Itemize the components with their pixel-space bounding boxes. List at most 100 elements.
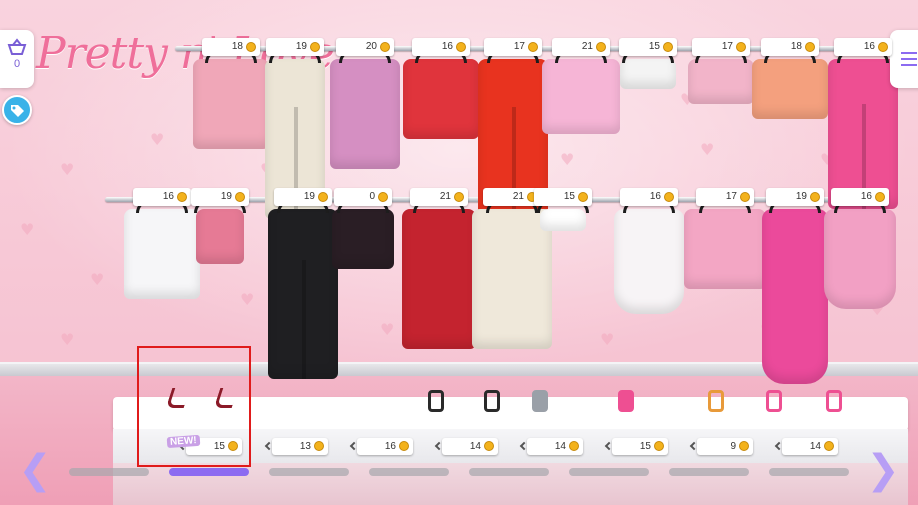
rack-middle-item-2[interactable]: 19: [191, 188, 249, 268]
black-sandals[interactable]: [480, 384, 506, 416]
price-tag: 21: [552, 38, 610, 56]
price-value: 16: [649, 191, 661, 202]
coin-icon: [578, 192, 588, 202]
coin-icon: [654, 441, 664, 451]
price-value: 15: [639, 441, 651, 452]
garment-top: [542, 59, 620, 134]
price-tag: 17: [692, 38, 750, 56]
heart-pattern: ♥: [20, 220, 35, 239]
accessory-shape: [766, 390, 782, 412]
price-value: 15: [648, 41, 660, 52]
basket-icon: [7, 38, 27, 55]
page-indicator-3[interactable]: [269, 468, 349, 476]
menu-button[interactable]: [890, 30, 918, 88]
rack-top-item-9[interactable]: 18: [752, 38, 828, 123]
rack-top-item-8[interactable]: 17: [688, 38, 754, 108]
coin-icon: [318, 192, 328, 202]
price-tag-icon: [11, 105, 24, 117]
accessory-shape: [708, 390, 724, 412]
coin-icon: [484, 441, 494, 451]
heart-pattern: ♥: [150, 130, 165, 149]
price-value: 19: [303, 191, 315, 202]
coin-icon: [664, 192, 674, 202]
price-tag: 21: [410, 188, 468, 206]
price-tag: 21: [483, 188, 541, 206]
rack-middle-item-4[interactable]: 0: [332, 188, 394, 273]
price-value: 13: [299, 441, 311, 452]
price-value: 9: [730, 441, 736, 452]
page-indicator-1[interactable]: [69, 468, 149, 476]
rack-middle-item-1[interactable]: 16: [124, 188, 200, 303]
price-tag: 15: [619, 38, 677, 56]
price-tag: 19: [266, 38, 324, 56]
price-tag: 16: [133, 188, 191, 206]
price-tag: 14: [519, 438, 583, 455]
coin-icon: [380, 42, 390, 52]
beaded-necklace[interactable]: [704, 384, 730, 416]
basket-count: 0: [13, 58, 21, 70]
price-tag: 19: [191, 188, 249, 206]
garment-top: [193, 59, 269, 149]
price-value: 21: [581, 41, 593, 52]
coin-icon: [875, 192, 885, 202]
page-indicator-7[interactable]: [669, 468, 749, 476]
rack-middle-item-5[interactable]: 21: [402, 188, 476, 353]
price-tag-button[interactable]: [2, 95, 32, 125]
coin-icon: [235, 192, 245, 202]
garment-top: [620, 59, 676, 89]
garment-coat: [332, 209, 394, 269]
page-indicator-6[interactable]: [569, 468, 649, 476]
arrow-left-icon[interactable]: ❮: [18, 448, 52, 492]
silver-boots[interactable]: [528, 384, 554, 416]
price-value: 18: [231, 41, 243, 52]
garment-coat: [330, 59, 400, 169]
coin-icon: [246, 42, 256, 52]
coin-icon: [805, 42, 815, 52]
pink-party-hat[interactable]: [614, 384, 640, 416]
accessory-shape: [532, 390, 548, 412]
coin-icon: [824, 441, 834, 451]
price-tag: 20: [336, 38, 394, 56]
rack-middle-item-10[interactable]: 19: [762, 188, 828, 388]
arrow-right-icon[interactable]: ❯: [866, 448, 900, 492]
rack-top-item-6[interactable]: 21: [542, 38, 620, 138]
pink-earrings[interactable]: [762, 384, 788, 416]
page-indicator-2[interactable]: [169, 468, 249, 476]
basket-button[interactable]: 0: [0, 30, 34, 88]
price-value: 17: [725, 191, 737, 202]
rack-top-item-3[interactable]: 20: [330, 38, 400, 173]
rack-middle-item-3[interactable]: 19: [268, 188, 338, 383]
accessory-shape: [618, 390, 634, 412]
coin-icon: [310, 42, 320, 52]
price-tag: 18: [202, 38, 260, 56]
coin-icon: [878, 42, 888, 52]
coin-icon: [663, 42, 673, 52]
rack-middle-item-9[interactable]: 17: [684, 188, 766, 293]
rack-middle-item-11[interactable]: 16: [824, 188, 896, 313]
garment-top: [684, 209, 766, 289]
page-indicator-4[interactable]: [369, 468, 449, 476]
page-indicator-8[interactable]: [769, 468, 849, 476]
rack-middle-item-7[interactable]: 15: [534, 188, 592, 235]
price-tag: 19: [766, 188, 824, 206]
coin-icon: [739, 441, 749, 451]
black-strappy-heels[interactable]: [424, 384, 450, 416]
price-tag: 0: [334, 188, 392, 206]
rack-top-item-4[interactable]: 16: [403, 38, 479, 143]
rack-top-item-1[interactable]: 18: [193, 38, 269, 153]
price-tag: 15: [534, 188, 592, 206]
page-indicator-5[interactable]: [469, 468, 549, 476]
garment-top: [688, 59, 754, 104]
coin-icon: [314, 441, 324, 451]
price-tag: 16: [831, 188, 889, 206]
pink-heels[interactable]: [822, 384, 848, 416]
coin-icon: [810, 192, 820, 202]
heart-pattern: ♥: [60, 160, 75, 179]
price-value: 20: [365, 41, 377, 52]
rack-top-item-7[interactable]: 15: [619, 38, 677, 93]
heart-pattern: ♥: [240, 290, 255, 309]
garment-dress: [762, 209, 828, 384]
selected-item-highlight: [137, 346, 251, 467]
coin-icon: [399, 441, 409, 451]
rack-middle-item-8[interactable]: 16: [614, 188, 684, 318]
